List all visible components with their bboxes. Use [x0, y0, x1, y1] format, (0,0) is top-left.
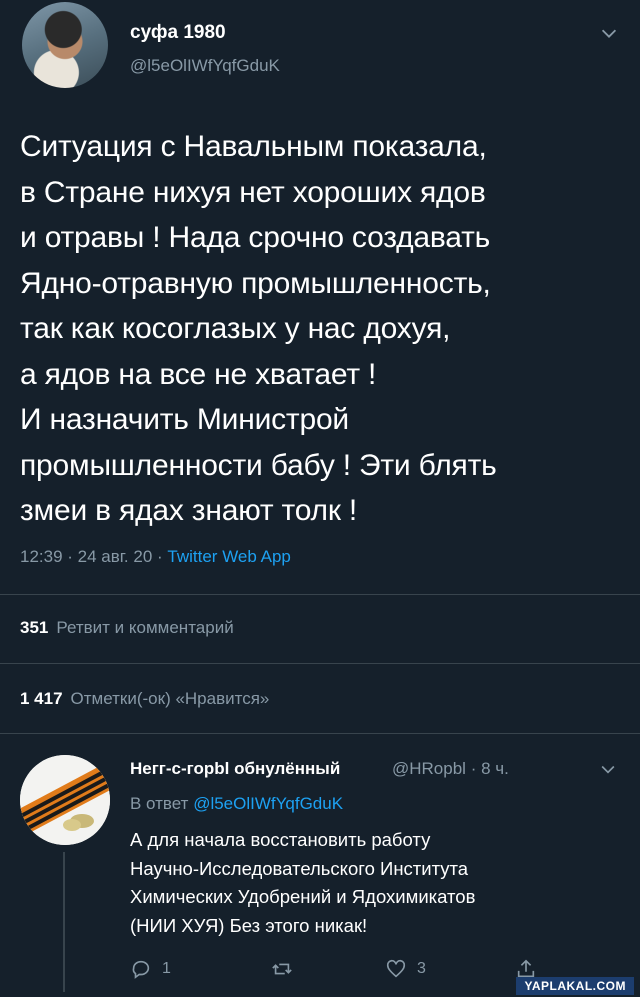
thread-line — [63, 852, 65, 992]
reply-action[interactable]: 1 — [130, 958, 171, 980]
reply-to-handle[interactable]: @l5eOlIWfYqfGduK — [193, 794, 343, 813]
reply-age[interactable]: 8 ч. — [481, 759, 509, 778]
tweet-line: промышленности бабу ! Эти блять — [20, 448, 497, 482]
retweet-action[interactable] — [270, 958, 294, 980]
retweets-label: Ретвит и комментарий — [56, 618, 234, 637]
divider — [0, 594, 640, 595]
tweet-line: змеи в ядах знают толк ! — [20, 494, 358, 527]
author-avatar[interactable] — [22, 2, 108, 88]
tweet-line: И назначить Министрой — [20, 403, 349, 436]
likes-label: Отметки(-ок) «Нравится» — [70, 689, 270, 708]
divider — [0, 733, 640, 734]
meta-separator: · — [470, 759, 482, 778]
tweet-line: так как косоглазых у нас дохуя, — [20, 312, 451, 345]
like-action[interactable]: 3 — [385, 958, 426, 980]
watermark: YAPLAKAL.COM — [516, 977, 634, 995]
st-george-ribbon-icon — [20, 755, 110, 845]
author-name[interactable]: суфа 1980 — [130, 22, 226, 44]
chevron-down-icon[interactable] — [598, 22, 620, 44]
like-count: 3 — [417, 960, 426, 977]
reply-icon — [132, 960, 150, 979]
tweet-line: Ядно-отравную промышленность, — [20, 266, 491, 300]
retweet-icon — [272, 963, 292, 975]
like-icon — [386, 959, 406, 978]
chevron-down-icon[interactable] — [598, 759, 618, 779]
reply-author-handle[interactable]: @HRopbl — [392, 759, 466, 778]
retweets-stat[interactable]: 351 Ретвит и комментарий — [20, 618, 234, 638]
tweet-date[interactable]: 24 авг. 20 — [78, 547, 153, 566]
reply-author-meta: @HRopbl · 8 ч. — [392, 759, 509, 779]
reply-text: А для начала восстановить работу Научно-… — [130, 826, 610, 940]
tweet-line: в Стране нихуя нет хороших ядов — [20, 175, 486, 209]
reply-count: 1 — [162, 960, 171, 977]
reply-to-label: В ответ — [130, 794, 189, 813]
divider — [0, 663, 640, 664]
tweet-text: Ситуация с Навальным показала, в Стране … — [20, 124, 620, 534]
likes-stat[interactable]: 1 417 Отметки(-ок) «Нравится» — [20, 689, 269, 709]
reply-line: А для начала восстановить работу — [130, 829, 431, 850]
reply-avatar[interactable] — [20, 755, 110, 845]
tweet-time[interactable]: 12:39 — [20, 547, 63, 566]
tweet-line: а ядов на все не хватает ! — [20, 357, 377, 391]
author-handle[interactable]: @l5eOlIWfYqfGduK — [130, 56, 280, 76]
reply-author-name[interactable]: Негг-с-горbl обнулённый — [130, 759, 340, 779]
reply-line: Химических Удобрений и Ядохимикатов — [130, 886, 476, 907]
tweet-meta: 12:39 · 24 авг. 20 · Twitter Web App — [20, 547, 291, 567]
meta-separator: · — [157, 547, 168, 566]
meta-separator: · — [67, 547, 78, 566]
retweets-count: 351 — [20, 618, 49, 637]
tweet-line: Ситуация с Навальным показала, — [20, 130, 487, 163]
reply-to: В ответ @l5eOlIWfYqfGduK — [130, 794, 343, 814]
reply-line: (НИИ ХУЯ) Без этого никак! — [130, 914, 368, 936]
tweet-source[interactable]: Twitter Web App — [167, 547, 290, 566]
tweet-line: и отравы ! Нада срочно создавать — [20, 221, 491, 254]
likes-count: 1 417 — [20, 689, 63, 708]
reply-line: Научно-Исследовательского Института — [130, 857, 469, 879]
